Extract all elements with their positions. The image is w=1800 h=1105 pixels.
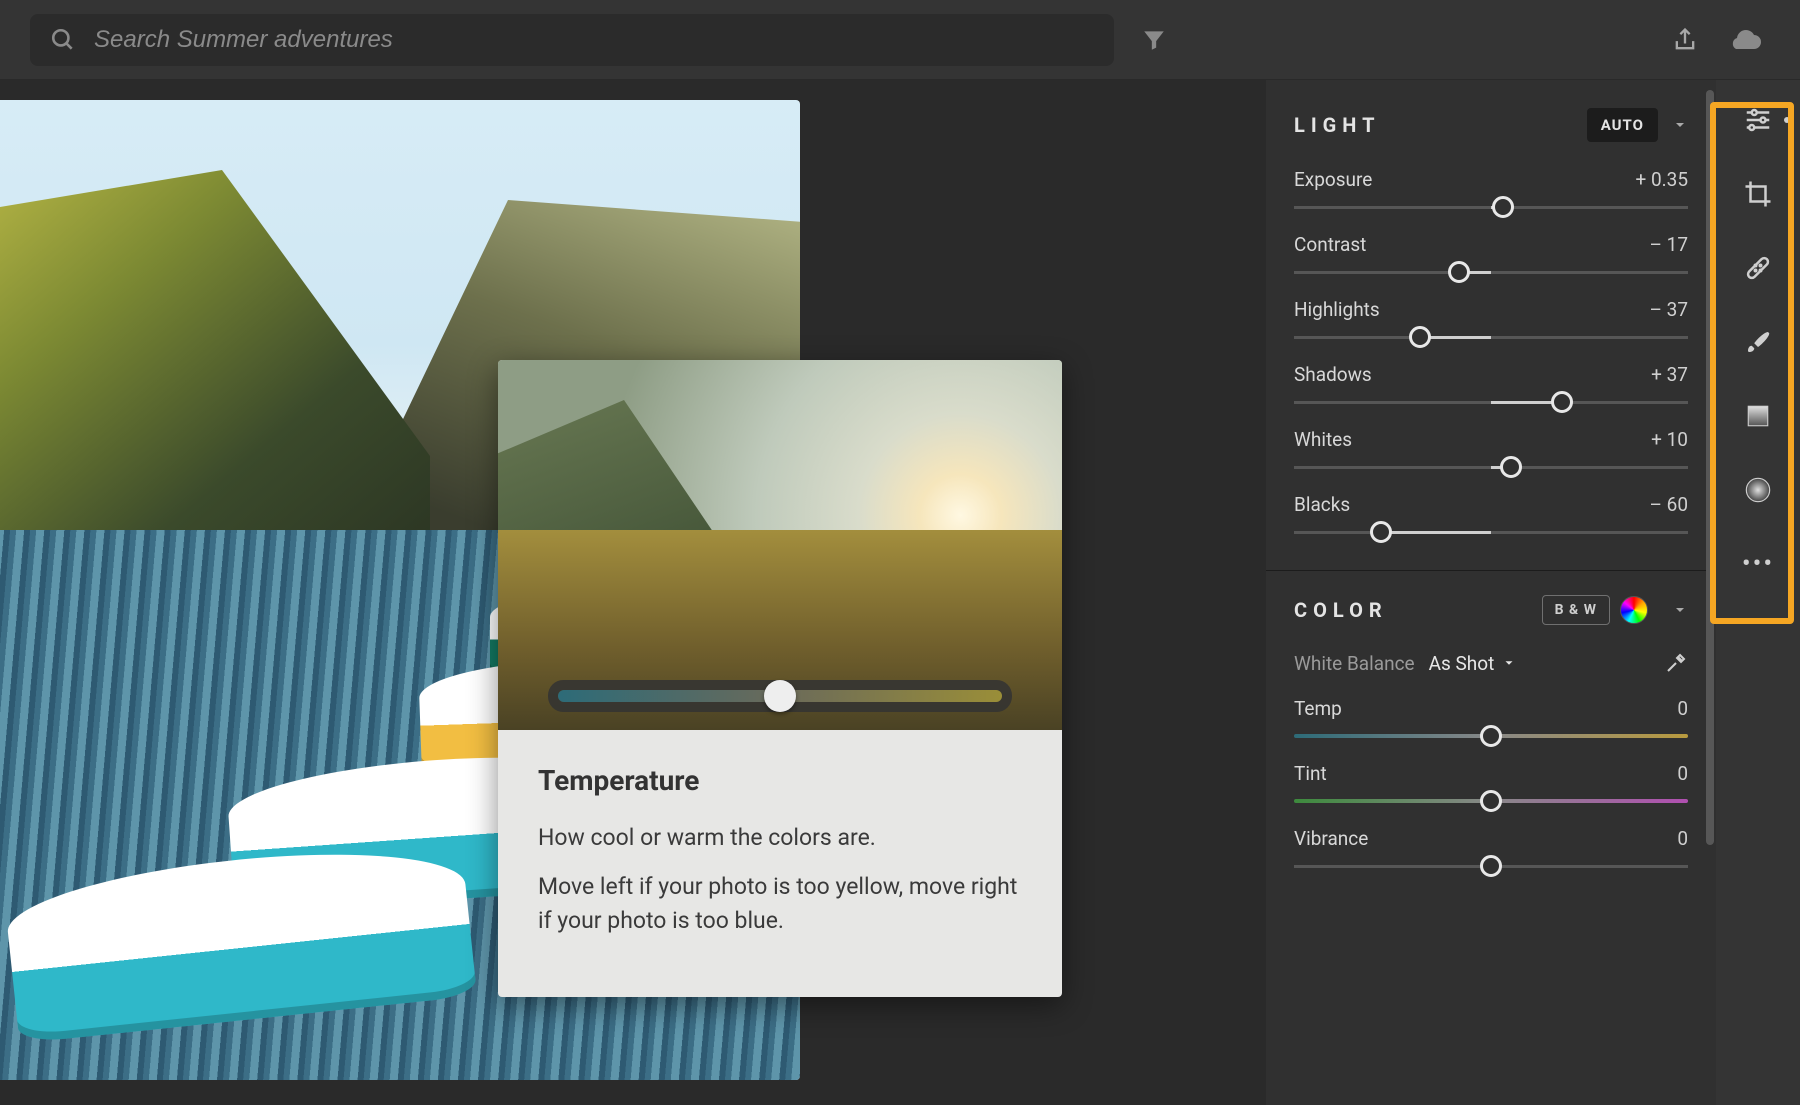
radial-gradient-icon	[1744, 476, 1772, 504]
search-icon	[50, 27, 76, 53]
blacks-slider[interactable]: Blacks – 60	[1294, 493, 1688, 542]
shadows-slider[interactable]: Shadows + 37	[1294, 363, 1688, 412]
wb-dropdown[interactable]: As Shot	[1429, 652, 1517, 675]
brush-tool[interactable]	[1740, 324, 1776, 360]
slider-value: – 37	[1649, 298, 1688, 321]
slider-label: Whites	[1294, 428, 1352, 451]
tooltip-text-1: How cool or warm the colors are.	[538, 821, 1022, 854]
tooltip-title: Temperature	[538, 764, 1022, 797]
exposure-slider[interactable]: Exposure + 0.35	[1294, 168, 1688, 217]
more-tools[interactable]: •••	[1740, 546, 1776, 582]
tooltip-preview-image	[498, 360, 1062, 730]
brush-icon	[1743, 327, 1773, 357]
white-balance-row[interactable]: White Balance As Shot	[1294, 651, 1688, 675]
linear-gradient-tool[interactable]	[1740, 398, 1776, 434]
panel-scrollbar[interactable]	[1706, 90, 1714, 845]
auto-button[interactable]: AUTO	[1587, 108, 1658, 142]
slider-label: Tint	[1294, 762, 1327, 785]
crop-tool[interactable]	[1740, 176, 1776, 212]
share-icon	[1671, 26, 1699, 54]
slider-value: – 17	[1649, 233, 1688, 256]
help-tooltip: Temperature How cool or warm the colors …	[498, 360, 1062, 997]
slider-label: Shadows	[1294, 363, 1372, 386]
edit-panel: LIGHT AUTO Exposure + 0.35 Contrast – 17 H…	[1266, 80, 1716, 1105]
slider-value: + 37	[1651, 363, 1688, 386]
tool-rail: •••	[1716, 80, 1800, 1105]
tint-slider[interactable]: Tint 0	[1294, 762, 1688, 811]
slider-value: + 10	[1651, 428, 1688, 451]
contrast-slider[interactable]: Contrast – 17	[1294, 233, 1688, 282]
light-section-header[interactable]: LIGHT AUTO	[1294, 108, 1688, 142]
crop-icon	[1743, 179, 1773, 209]
slider-label: Contrast	[1294, 233, 1366, 256]
section-divider	[1266, 570, 1716, 571]
bandage-icon	[1743, 253, 1773, 283]
tooltip-slider-thumb	[764, 680, 796, 712]
eyedropper-button[interactable]	[1664, 651, 1688, 675]
photo-canvas[interactable]: Temperature How cool or warm the colors …	[0, 80, 1266, 1105]
tooltip-text-2: Move left if your photo is too yellow, m…	[538, 870, 1022, 937]
bw-button[interactable]: B & W	[1542, 595, 1610, 625]
share-button[interactable]	[1660, 26, 1710, 54]
search-field[interactable]	[30, 14, 1114, 66]
slider-value: 0	[1677, 762, 1688, 785]
slider-label: Vibrance	[1294, 827, 1368, 850]
radial-gradient-tool[interactable]	[1740, 472, 1776, 508]
color-section-header[interactable]: COLOR B & W	[1294, 595, 1688, 625]
slider-label: Exposure	[1294, 168, 1372, 191]
chevron-down-icon	[1502, 656, 1516, 670]
slider-value: – 60	[1649, 493, 1688, 516]
slider-value: 0	[1677, 827, 1688, 850]
vibrance-slider[interactable]: Vibrance 0	[1294, 827, 1688, 876]
light-title: LIGHT	[1294, 113, 1381, 137]
cloud-icon	[1728, 27, 1762, 53]
color-mixer-button[interactable]	[1620, 596, 1648, 624]
highlights-slider[interactable]: Highlights – 37	[1294, 298, 1688, 347]
chevron-down-icon[interactable]	[1672, 117, 1688, 133]
linear-gradient-icon	[1745, 403, 1771, 429]
chevron-down-icon[interactable]	[1672, 602, 1688, 618]
wb-label: White Balance	[1294, 652, 1415, 675]
slider-value: 0	[1677, 697, 1688, 720]
slider-label: Temp	[1294, 697, 1342, 720]
slider-value: + 0.35	[1635, 168, 1688, 191]
slider-label: Highlights	[1294, 298, 1380, 321]
search-input[interactable]	[94, 26, 1094, 54]
cloud-sync-button[interactable]	[1720, 27, 1770, 53]
color-title: COLOR	[1294, 598, 1388, 622]
main-area: Temperature How cool or warm the colors …	[0, 80, 1800, 1105]
temp-slider[interactable]: Temp 0	[1294, 697, 1688, 746]
edit-tool[interactable]	[1740, 102, 1776, 138]
slider-label: Blacks	[1294, 493, 1350, 516]
whites-slider[interactable]: Whites + 10	[1294, 428, 1688, 477]
eyedropper-icon	[1664, 651, 1688, 675]
filter-button[interactable]	[1124, 27, 1184, 53]
funnel-icon	[1141, 27, 1167, 53]
topbar	[0, 0, 1800, 80]
sliders-icon	[1743, 105, 1773, 135]
healing-tool[interactable]	[1740, 250, 1776, 286]
